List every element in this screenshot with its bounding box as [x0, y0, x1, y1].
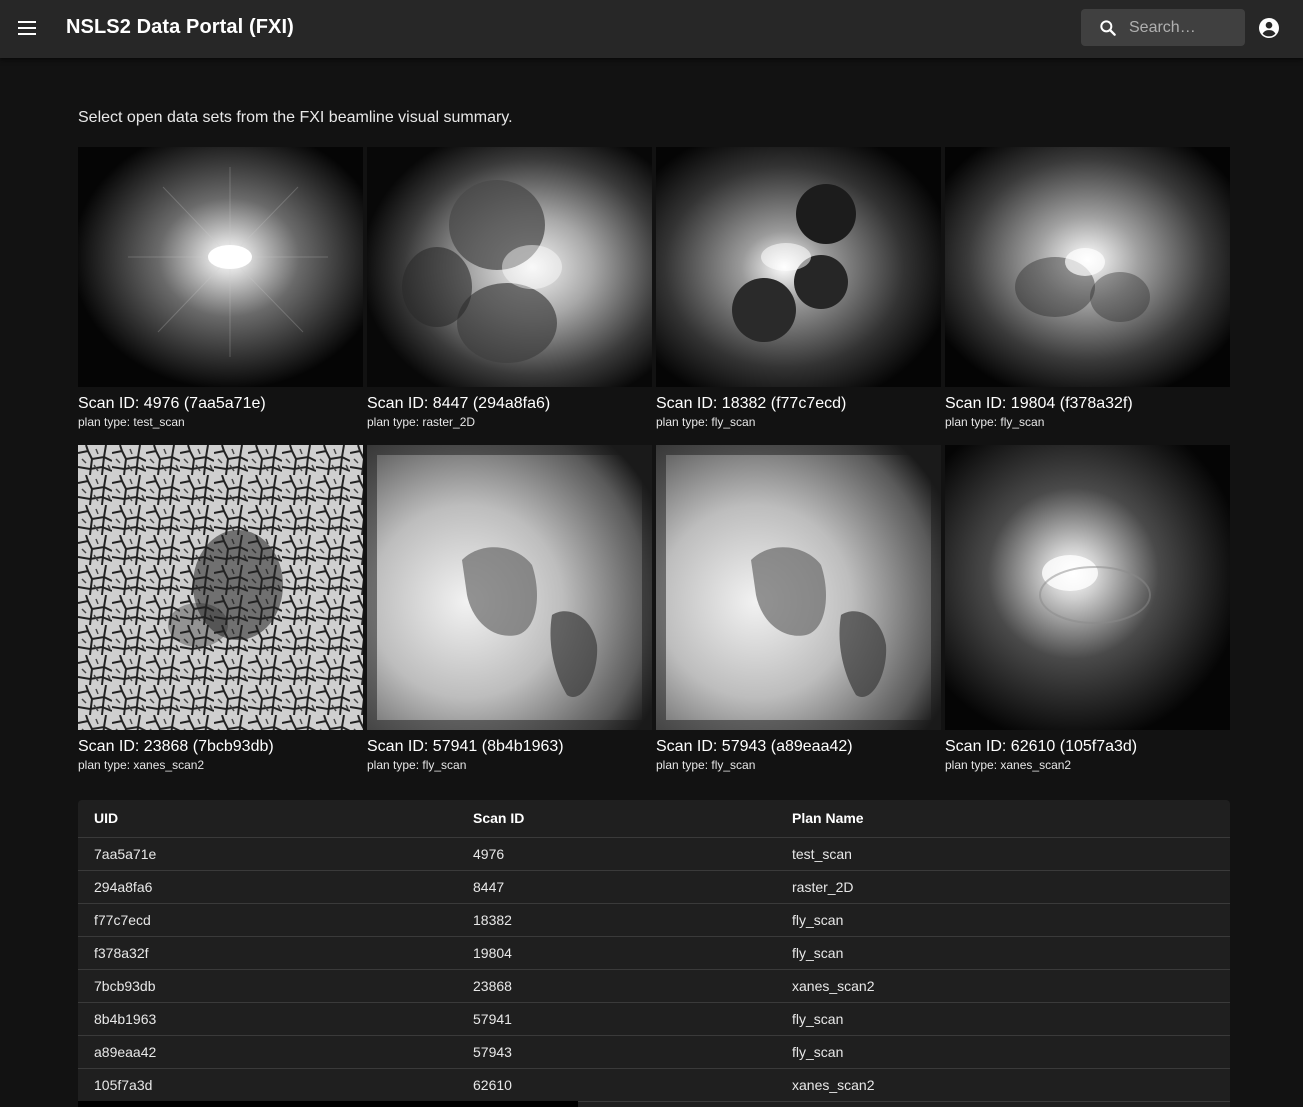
table-row[interactable]: a89eaa42 57943 fly_scan: [78, 1035, 1230, 1069]
menu-icon[interactable]: [12, 13, 42, 43]
cell-uid: 7bcb93db: [78, 969, 457, 1003]
cell-plan-name: fly_scan: [776, 936, 1230, 970]
scan-thumbnail[interactable]: [945, 445, 1230, 730]
scan-title: Scan ID: 23868 (7bcb93db): [78, 738, 274, 755]
scan-title: Scan ID: 57943 (a89eaa42): [656, 738, 853, 755]
cell-scan-id: 62610: [457, 1068, 776, 1102]
plan-type: plan type: xanes_scan2: [945, 758, 1072, 772]
scan-card[interactable]: Scan ID: 4976 (7aa5a71e) plan type: test…: [78, 147, 363, 429]
scan-thumbnail[interactable]: [945, 147, 1230, 387]
plan-type: plan type: fly_scan: [367, 758, 467, 772]
scan-thumbnail[interactable]: [78, 445, 363, 730]
scan-card[interactable]: Scan ID: 57941 (8b4b1963) plan type: fly…: [367, 445, 652, 772]
scan-title: Scan ID: 62610 (105f7a3d): [945, 738, 1138, 755]
scan-card[interactable]: Scan ID: 8447 (294a8fa6) plan type: rast…: [367, 147, 652, 429]
plan-type: plan type: test_scan: [78, 415, 185, 429]
cell-uid: 294a8fa6: [78, 870, 457, 904]
plan-type: plan type: fly_scan: [945, 415, 1045, 429]
scan-thumbnail[interactable]: [367, 445, 652, 730]
cell-plan-name: fly_scan: [776, 1002, 1230, 1036]
column-header-scan-id[interactable]: Scan ID: [457, 800, 776, 838]
plan-type: plan type: xanes_scan2: [78, 758, 205, 772]
plan-type: plan type: raster_2D: [367, 415, 476, 429]
scan-card[interactable]: Scan ID: 57943 (a89eaa42) plan type: fly…: [656, 445, 941, 772]
scan-title: Scan ID: 57941 (8b4b1963): [367, 738, 564, 755]
scan-card[interactable]: Scan ID: 18382 (f77c7ecd) plan type: fly…: [656, 147, 941, 429]
cell-uid: 8b4b1963: [78, 1002, 457, 1036]
cell-scan-id: 23868: [457, 969, 776, 1003]
cell-plan-name: raster_2D: [776, 870, 1230, 904]
scan-title: Scan ID: 18382 (f77c7ecd): [656, 395, 847, 412]
scans-table: UID Scan ID Plan Name 7aa5a71e 4976 test…: [78, 800, 1230, 1107]
column-header-uid[interactable]: UID: [78, 800, 457, 838]
horizontal-scrollbar[interactable]: [78, 1101, 578, 1107]
cell-uid: f378a32f: [78, 936, 457, 970]
cell-scan-id: 4976: [457, 837, 776, 871]
cell-scan-id: 18382: [457, 903, 776, 937]
cell-uid: f77c7ecd: [78, 903, 457, 937]
cell-plan-name: xanes_scan2: [776, 1068, 1230, 1102]
cell-uid: 105f7a3d: [78, 1068, 457, 1102]
column-header-plan-name[interactable]: Plan Name: [776, 800, 1230, 838]
cell-plan-name: test_scan: [776, 837, 1230, 871]
table-row[interactable]: 7bcb93db 23868 xanes_scan2: [78, 969, 1230, 1003]
search-input[interactable]: [1129, 9, 1239, 46]
table-row[interactable]: 8b4b1963 57941 fly_scan: [78, 1002, 1230, 1036]
scan-title: Scan ID: 4976 (7aa5a71e): [78, 395, 266, 412]
scan-card[interactable]: Scan ID: 19804 (f378a32f) plan type: fly…: [945, 147, 1230, 429]
cell-scan-id: 19804: [457, 936, 776, 970]
cell-scan-id: 8447: [457, 870, 776, 904]
app-bar: NSLS2 Data Portal (FXI): [0, 0, 1303, 58]
scan-thumbnail[interactable]: [656, 147, 941, 387]
scan-thumbnail[interactable]: [656, 445, 941, 730]
scan-title: Scan ID: 8447 (294a8fa6): [367, 395, 551, 412]
cell-uid: a89eaa42: [78, 1035, 457, 1069]
table-header-row: UID Scan ID Plan Name: [78, 800, 1230, 838]
plan-type: plan type: fly_scan: [656, 758, 756, 772]
scan-card[interactable]: Scan ID: 62610 (105f7a3d) plan type: xan…: [945, 445, 1230, 772]
table-row[interactable]: f378a32f 19804 fly_scan: [78, 936, 1230, 970]
table-row[interactable]: f77c7ecd 18382 fly_scan: [78, 903, 1230, 937]
scan-title: Scan ID: 19804 (f378a32f): [945, 395, 1133, 412]
scan-thumbnail[interactable]: [78, 147, 363, 387]
app-title: NSLS2 Data Portal (FXI): [66, 16, 294, 38]
intro-text: Select open data sets from the FXI beaml…: [78, 109, 513, 126]
plan-type: plan type: fly_scan: [656, 415, 756, 429]
cell-plan-name: fly_scan: [776, 1035, 1230, 1069]
table-row[interactable]: 294a8fa6 8447 raster_2D: [78, 870, 1230, 904]
cell-plan-name: xanes_scan2: [776, 969, 1230, 1003]
cell-uid: 7aa5a71e: [78, 837, 457, 871]
scan-card[interactable]: Scan ID: 23868 (7bcb93db) plan type: xan…: [78, 445, 363, 772]
cell-plan-name: fly_scan: [776, 903, 1230, 937]
account-circle-icon[interactable]: [1257, 16, 1281, 40]
search-icon: [1100, 20, 1116, 36]
table-row[interactable]: 105f7a3d 62610 xanes_scan2: [78, 1068, 1230, 1102]
cell-scan-id: 57943: [457, 1035, 776, 1069]
scan-thumbnail[interactable]: [367, 147, 652, 387]
search-box[interactable]: [1081, 9, 1245, 46]
cell-scan-id: 57941: [457, 1002, 776, 1036]
table-row[interactable]: 7aa5a71e 4976 test_scan: [78, 837, 1230, 871]
